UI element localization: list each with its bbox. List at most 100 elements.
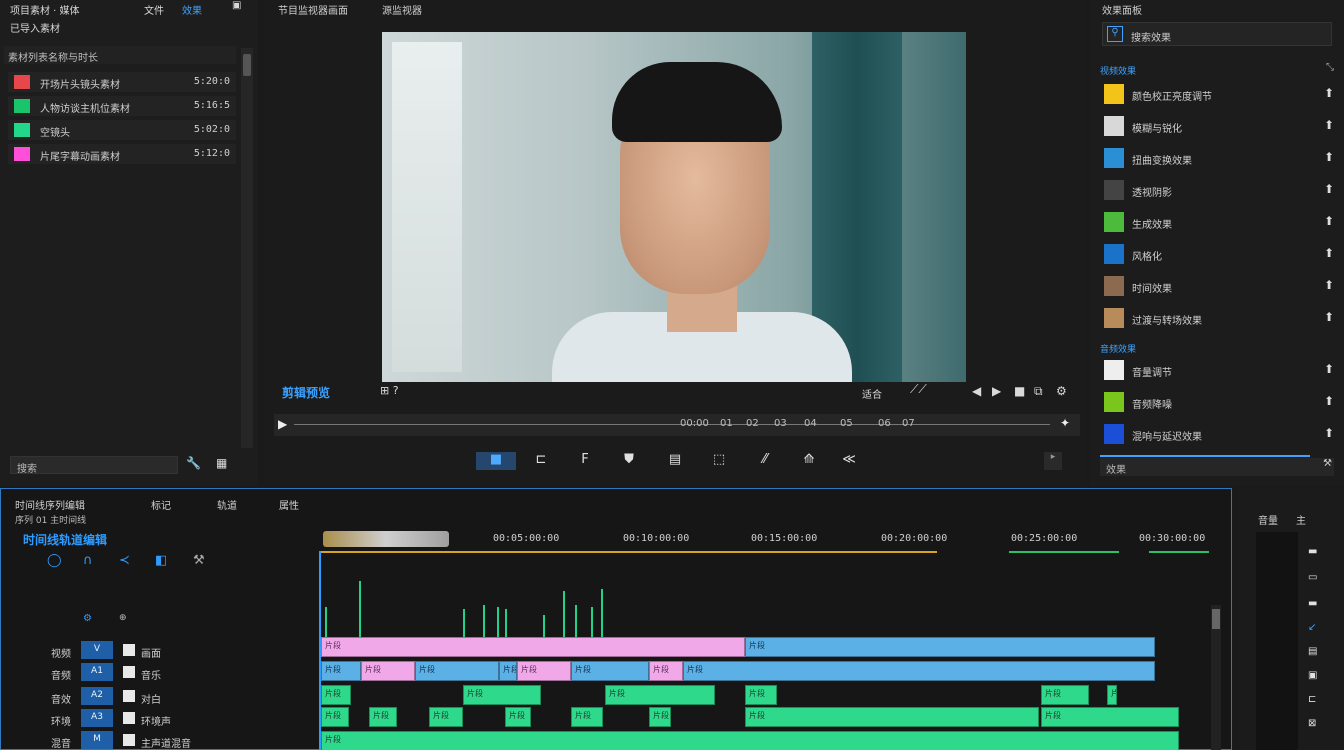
effect-item[interactable]: 模糊与锐化 ⬆ — [1102, 112, 1338, 140]
marker-icon[interactable]: ◧ — [155, 553, 167, 568]
timeline-clip[interactable]: 片段 — [683, 661, 1155, 681]
meter-button[interactable]: ▤ — [1308, 646, 1320, 658]
effects-search[interactable]: ⚲ 搜索效果 — [1102, 22, 1332, 46]
pin-icon[interactable]: ⬆ — [1324, 278, 1334, 292]
selection-tool-icon[interactable]: ■ — [476, 452, 516, 470]
track-header[interactable]: 环境 A3 环境声 — [51, 709, 171, 729]
markers-tab[interactable]: 标记 — [151, 497, 171, 512]
timeline-clip[interactable]: 片段 — [745, 637, 1155, 657]
timeline-clip[interactable]: 片段 — [361, 661, 415, 681]
fit-select[interactable]: 适合 — [862, 386, 882, 401]
media-item[interactable]: 空镜头 5:02:0 — [8, 120, 236, 140]
track-toggle-button[interactable]: A2 — [81, 687, 113, 705]
in-point-icon[interactable]: ▶ — [278, 417, 287, 431]
meter-button[interactable]: ▬ — [1308, 546, 1320, 558]
meter-button[interactable]: ⊏ — [1308, 694, 1320, 706]
work-area-bar[interactable] — [323, 531, 449, 547]
timeline-clip[interactable]: 片段 — [321, 685, 351, 705]
meter-button[interactable]: ▭ — [1308, 572, 1320, 584]
timeline-clip[interactable]: 片段 — [415, 661, 499, 681]
track-checkbox[interactable] — [123, 644, 135, 656]
effect-item[interactable]: 生成效果 ⬆ — [1102, 208, 1338, 236]
media-item[interactable]: 开场片头镜头素材 5:20:0 — [8, 72, 236, 92]
track-header[interactable]: 音频 A1 音乐 — [51, 663, 161, 683]
ripple-edit-icon[interactable]: F — [576, 452, 594, 470]
stop-icon[interactable]: ■ — [1014, 384, 1025, 398]
tracks-tab[interactable]: 轨道 — [217, 497, 237, 512]
timeline-clip[interactable]: 片段 — [321, 637, 745, 657]
panel-menu-icon[interactable]: ▣ — [232, 0, 241, 11]
effect-item[interactable]: 颜色校正亮度调节 ⬆ — [1102, 80, 1338, 108]
track-toggle-button[interactable]: M — [81, 731, 113, 749]
timeline-clip[interactable]: 片段 — [571, 707, 603, 727]
audio-effects-section[interactable]: 音频效果 — [1100, 342, 1136, 355]
out-point-icon[interactable]: ✦ — [1060, 416, 1070, 430]
export-frame-icon[interactable]: ⧉ — [1034, 384, 1043, 399]
pin-icon[interactable]: ⬆ — [1324, 182, 1334, 196]
timeline-clip[interactable]: 片段 — [463, 685, 541, 705]
settings-icon[interactable]: ⚙ — [1056, 384, 1067, 398]
pin-icon[interactable]: ⬆ — [1324, 362, 1334, 376]
timeline-clip[interactable]: 片段 — [321, 731, 1179, 750]
timeline-clip[interactable]: 片段 — [649, 707, 671, 727]
step-back-icon[interactable]: ◀ — [972, 384, 981, 398]
wrench-icon[interactable]: ⚒ — [1323, 458, 1332, 469]
effects-tab[interactable]: 效果 — [182, 2, 202, 17]
expand-icon[interactable]: ▸ — [1044, 452, 1062, 470]
timeline-scrollbar[interactable] — [1211, 605, 1221, 750]
project-search-input[interactable]: 搜索 — [10, 456, 178, 474]
crop-icon[interactable]: ⬚ — [710, 452, 728, 470]
playhead[interactable] — [319, 551, 321, 750]
timeline-clip[interactable]: 片段 — [1041, 685, 1089, 705]
track-header[interactable]: 视频 V 画面 — [51, 641, 161, 661]
wrench-icon[interactable]: ⚒ — [193, 553, 205, 568]
timeline-clip[interactable]: 片段 — [505, 707, 531, 727]
pin-icon[interactable]: ⬆ — [1324, 118, 1334, 132]
timeline-clip[interactable]: 片段 — [369, 707, 397, 727]
effect-item[interactable]: 风格化 ⬆ — [1102, 240, 1338, 268]
project-scrollbar[interactable] — [241, 48, 253, 448]
track-header[interactable]: 混音 M 主声道混音 — [51, 731, 191, 750]
project-tab[interactable]: 项目素材 · 媒体 — [10, 2, 80, 17]
shield-icon[interactable]: ⛊ — [620, 452, 638, 470]
effect-item[interactable]: 音量调节 ⬆ — [1102, 356, 1338, 384]
timeline-clip[interactable]: 片段 — [1107, 685, 1117, 705]
track-toggle-button[interactable]: V — [81, 641, 113, 659]
track-checkbox[interactable] — [123, 712, 135, 724]
video-effects-section[interactable]: 视频效果 — [1100, 64, 1136, 77]
track-checkbox[interactable] — [123, 734, 135, 746]
slip-tool-icon[interactable]: ▤ — [666, 452, 684, 470]
timeline-clip[interactable]: 片段 — [571, 661, 649, 681]
timeline-clip[interactable]: 片段 — [745, 707, 1039, 727]
effect-item[interactable]: 音频降噪 ⬆ — [1102, 388, 1338, 416]
effect-item[interactable]: 混响与延迟效果 ⬆ — [1102, 420, 1338, 448]
video-frame[interactable] — [382, 32, 966, 382]
track-checkbox[interactable] — [123, 690, 135, 702]
razor-icon[interactable]: ⁄⁄ — [756, 452, 774, 470]
pin-icon[interactable]: ⬆ — [1324, 150, 1334, 164]
snap-icon[interactable]: ◯ — [47, 553, 62, 568]
scrub-bar[interactable]: ▶ 00:00 01 02 03 04 05 06 07 ✦ — [274, 414, 1080, 436]
timeline-clip[interactable]: 片段 — [321, 707, 349, 727]
program-title[interactable]: 节目监视器画面 — [278, 2, 348, 17]
pin-icon[interactable]: ⬆ — [1324, 394, 1334, 408]
meter-button[interactable]: ↙ — [1308, 622, 1320, 634]
collapse-icon[interactable]: ⤡ — [1326, 62, 1334, 73]
track-header[interactable]: 音效 A2 对白 — [51, 687, 161, 707]
timeline-clip[interactable]: 片段 — [499, 661, 517, 681]
play-icon[interactable]: ▶ — [992, 384, 1001, 398]
pin-icon[interactable]: ⬆ — [1324, 310, 1334, 324]
media-item[interactable]: 人物访谈主机位素材 5:16:5 — [8, 96, 236, 116]
file-tab[interactable]: 文件 — [144, 2, 164, 17]
timeline-clip[interactable]: 片段 — [517, 661, 571, 681]
track-toggle-button[interactable]: A3 — [81, 709, 113, 727]
link-icon[interactable]: ≺ — [119, 553, 130, 568]
effect-item[interactable]: 透视阴影 ⬆ — [1102, 176, 1338, 204]
pin-icon[interactable]: ⬆ — [1324, 86, 1334, 100]
timeline-clip[interactable]: 片段 — [429, 707, 463, 727]
wrench-icon[interactable]: 🔧 — [186, 456, 201, 470]
track-toggle-button[interactable]: A1 — [81, 663, 113, 681]
meter-button[interactable]: ▣ — [1308, 670, 1320, 682]
meter-button[interactable]: ⊠ — [1308, 718, 1320, 730]
timeline-clip[interactable]: 片段 — [649, 661, 683, 681]
